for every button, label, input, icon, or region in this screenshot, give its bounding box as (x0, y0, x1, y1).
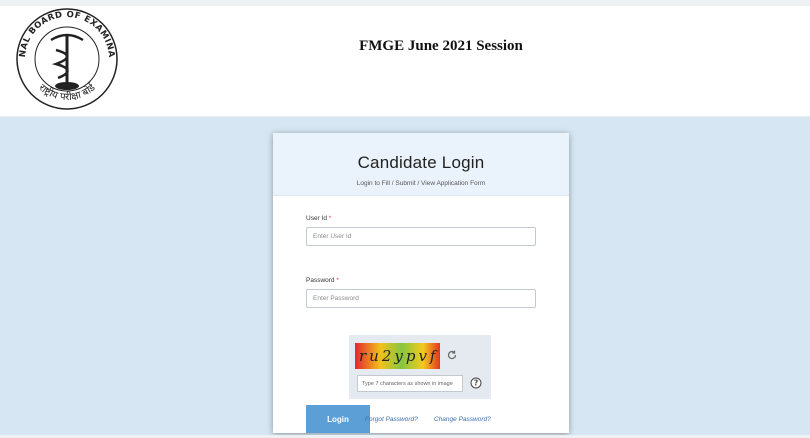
required-mark: * (336, 277, 339, 284)
forgot-password-link[interactable]: Forgot Password? (365, 416, 418, 423)
change-password-link[interactable]: Change Password? (434, 416, 491, 423)
required-mark: * (328, 215, 332, 222)
login-button[interactable]: Login (306, 405, 370, 433)
password-label-text: Password (306, 277, 335, 284)
nbe-logo: NATIONAL BOARD OF EXAMINATIONS राष्ट्रीय… (8, 6, 118, 110)
site-header: NATIONAL BOARD OF EXAMINATIONS राष्ट्रीय… (0, 6, 810, 117)
card-header: Candidate Login Login to Fill / Submit /… (273, 133, 569, 196)
refresh-icon[interactable] (446, 349, 458, 361)
captcha-panel: ru2ypvf ? (349, 335, 491, 399)
user-id-label-text: User Id (306, 215, 327, 222)
user-id-label: User Id * (306, 215, 331, 222)
card-title: Candidate Login (357, 153, 485, 172)
captcha-input[interactable] (357, 375, 463, 392)
password-label: Password * (306, 277, 339, 284)
captcha-image: ru2ypvf (355, 343, 440, 369)
page-title: FMGE June 2021 Session (359, 38, 523, 54)
card-subtitle: Login to Fill / Submit / View Applicatio… (356, 180, 486, 187)
svg-text:?: ? (474, 379, 478, 388)
user-id-input[interactable] (306, 227, 536, 246)
candidate-login-card: Candidate Login Login to Fill / Submit /… (273, 133, 569, 433)
password-input[interactable] (306, 289, 536, 308)
help-icon[interactable]: ? (470, 377, 482, 389)
